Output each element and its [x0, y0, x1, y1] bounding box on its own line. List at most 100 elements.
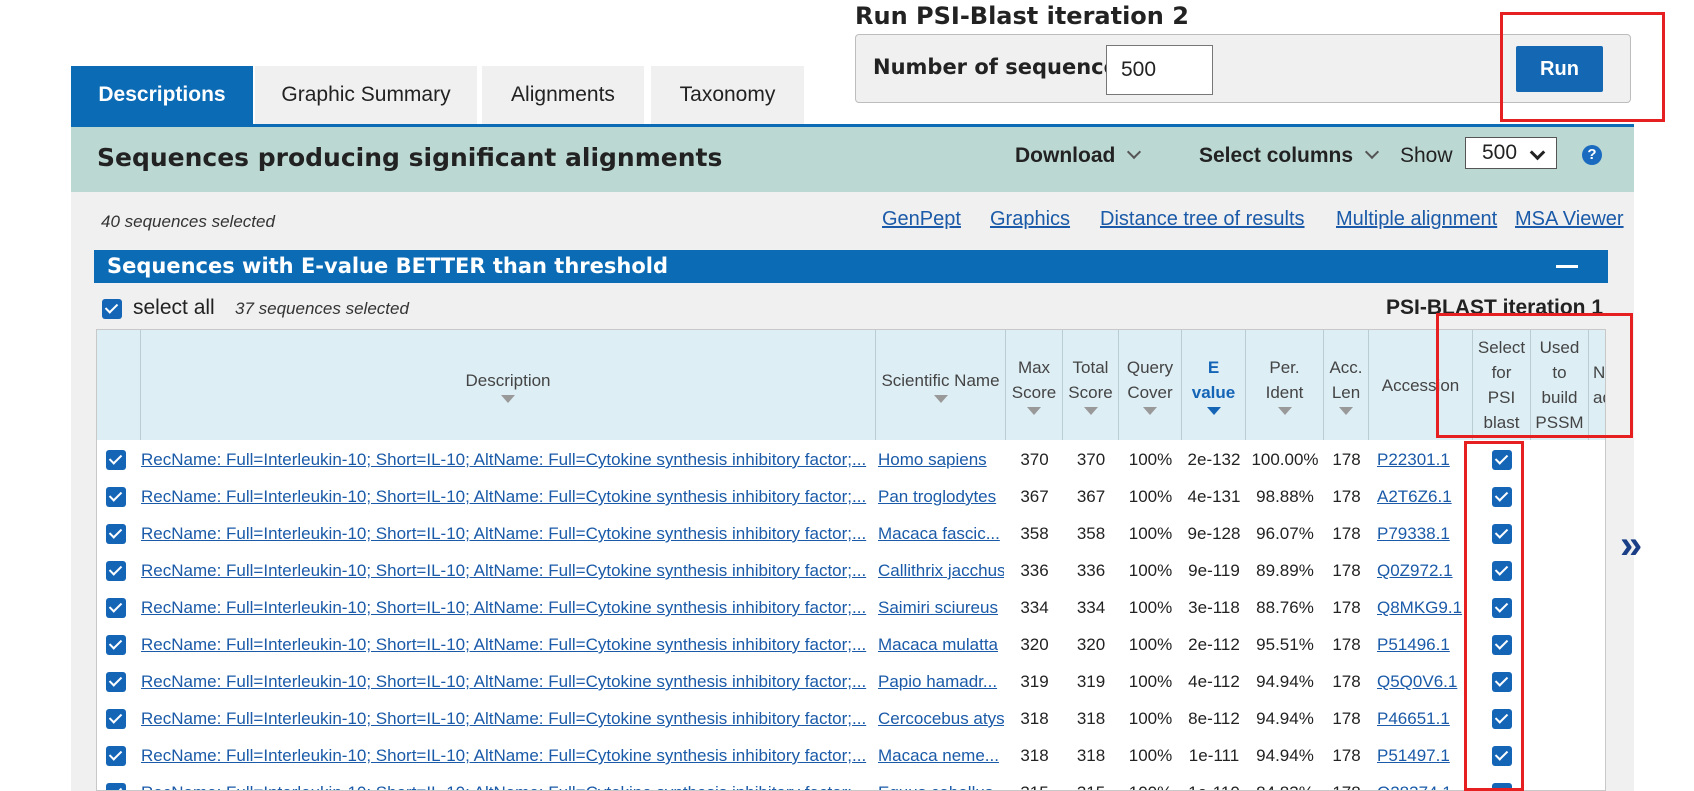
double-chevron-right-icon[interactable]: »	[1620, 523, 1642, 568]
cell-accession[interactable]: P46651.1	[1377, 700, 1471, 737]
column-header-max-score[interactable]: Max Score	[1006, 330, 1063, 440]
cell-max-score: 336	[1020, 561, 1049, 580]
cell-accession[interactable]: P79338.1	[1377, 515, 1471, 552]
table-row: RecName: Full=Interleukin-10; Short=IL-1…	[97, 589, 1605, 626]
cell-description[interactable]: RecName: Full=Interleukin-10; Short=IL-1…	[141, 478, 876, 515]
cell-per-ident: 96.07%	[1256, 524, 1314, 543]
cell-query-cover: 100%	[1128, 487, 1173, 506]
cell-evalue: 4e-112	[1188, 672, 1240, 691]
download-menu[interactable]: Download	[1015, 144, 1142, 168]
cell-description[interactable]: RecName: Full=Interleukin-10; Short=IL-1…	[141, 626, 876, 663]
row-select-checkbox[interactable]	[106, 783, 126, 790]
cell-description[interactable]: RecName: Full=Interleukin-10; Short=IL-1…	[141, 700, 876, 737]
cell-per-ident: 94.94%	[1256, 672, 1314, 691]
cell-scientific-name[interactable]: Macaca neme...	[878, 737, 1004, 774]
sort-arrow-icon	[1277, 407, 1292, 415]
cell-scientific-name[interactable]: Cercocebus atys	[878, 700, 1004, 737]
cell-scientific-name[interactable]: Callithrix jacchus	[878, 552, 1004, 589]
cell-description[interactable]: RecName: Full=Interleukin-10; Short=IL-1…	[141, 441, 876, 478]
cell-accession[interactable]: P51496.1	[1377, 626, 1471, 663]
distance-tree-link[interactable]: Distance tree of results	[1100, 208, 1305, 231]
tab-descriptions[interactable]: Descriptions	[71, 66, 253, 124]
cell-total-score: 336	[1076, 561, 1106, 580]
column-header-scientific-name[interactable]: Scientific Name	[876, 330, 1006, 440]
genpept-link[interactable]: GenPept	[882, 208, 961, 231]
cell-total-score: 370	[1076, 450, 1106, 469]
cell-scientific-name[interactable]: Macaca fascic...	[878, 515, 1004, 552]
tab-alignments[interactable]: Alignments	[482, 66, 644, 124]
cell-acc-len: 178	[1332, 598, 1361, 617]
select-columns-menu[interactable]: Select columns	[1199, 144, 1380, 168]
multiple-alignment-link[interactable]: Multiple alignment	[1336, 208, 1497, 231]
cell-description[interactable]: RecName: Full=Interleukin-10; Short=IL-1…	[141, 663, 876, 700]
column-label: value	[1191, 383, 1236, 402]
select-columns-label: Select columns	[1199, 144, 1354, 167]
chevron-down-icon	[1127, 144, 1142, 160]
cell-scientific-name[interactable]: Equus caballus	[878, 774, 1004, 790]
sort-arrow-icon	[501, 394, 515, 403]
column-header-query-cover[interactable]: Query Cover	[1119, 330, 1182, 440]
cell-acc-len: 178	[1324, 774, 1369, 790]
column-header-total-score[interactable]: Total Score	[1063, 330, 1119, 440]
row-select-checkbox[interactable]	[106, 635, 126, 655]
show-count-select[interactable]: 500	[1465, 137, 1557, 169]
row-select-checkbox[interactable]	[106, 487, 126, 507]
column-header-acc-len[interactable]: Acc. Len	[1324, 330, 1369, 440]
cell-scientific-name[interactable]: Homo sapiens	[878, 441, 1004, 478]
cell-total-score: 319	[1076, 672, 1106, 691]
cell-total-score: 318	[1076, 746, 1106, 765]
column-header-evalue[interactable]: Evalue	[1182, 330, 1246, 440]
results-table: Description Scientific Name Max Score Tot…	[96, 329, 1606, 791]
cell-accession[interactable]: Q8MKG9.1	[1377, 589, 1471, 626]
cell-accession[interactable]: P51497.1	[1377, 737, 1471, 774]
table-row: RecName: Full=Interleukin-10; Short=IL-1…	[97, 700, 1605, 737]
number-of-sequences-input[interactable]: 500	[1106, 45, 1213, 95]
row-select-checkbox[interactable]	[106, 672, 126, 692]
show-count-value: 500	[1482, 141, 1518, 164]
cell-description[interactable]: RecName: Full=Interleukin-10; Short=IL-1…	[141, 589, 876, 626]
cell-scientific-name[interactable]: Papio hamadr...	[878, 663, 1004, 700]
minus-icon[interactable]	[1556, 265, 1578, 268]
row-select-checkbox[interactable]	[106, 709, 126, 729]
cell-scientific-name[interactable]: Pan troglodytes	[878, 478, 1004, 515]
cell-description[interactable]: RecName: Full=Interleukin-10; Short=IL-1…	[141, 552, 876, 589]
cell-accession[interactable]: Q0Z972.1	[1377, 552, 1471, 589]
cell-total-score: 367	[1076, 487, 1106, 506]
tab-graphic-summary[interactable]: Graphic Summary	[255, 66, 477, 124]
cell-description[interactable]: RecName: Full=Interleukin-10; Short=IL-1…	[141, 737, 876, 774]
column-header-per-ident[interactable]: Per. Ident	[1246, 330, 1324, 440]
cell-description[interactable]: RecName: Full=Interleukin-10; Short=IL-1…	[141, 515, 876, 552]
cell-query-cover: 100%	[1128, 450, 1173, 469]
cell-accession[interactable]: Q5Q0V6.1	[1377, 663, 1471, 700]
graphics-link[interactable]: Graphics	[990, 208, 1070, 231]
column-label: Score	[1068, 383, 1113, 402]
tab-taxonomy[interactable]: Taxonomy	[651, 66, 804, 124]
cell-acc-len: 178	[1332, 672, 1361, 691]
row-select-checkbox[interactable]	[106, 450, 126, 470]
cell-total-score: 358	[1076, 524, 1106, 543]
cell-acc-len: 178	[1332, 487, 1361, 506]
cell-accession[interactable]: Q28374.1	[1377, 774, 1471, 790]
cell-per-ident: 84.83%	[1246, 774, 1324, 790]
cell-scientific-name[interactable]: Saimiri sciureus	[878, 589, 1004, 626]
table-row: RecName: Full=Interleukin-10; Short=IL-1…	[97, 663, 1605, 700]
row-select-checkbox[interactable]	[106, 746, 126, 766]
cell-description[interactable]: RecName: Full=Interleukin-10; Short=IL-1…	[141, 774, 876, 790]
column-header-description[interactable]: Description	[141, 330, 876, 440]
select-all-checkbox[interactable]	[102, 299, 122, 319]
cell-query-cover: 100%	[1119, 774, 1182, 790]
column-label: Per.	[1269, 358, 1300, 377]
cell-evalue: 2e-132	[1187, 450, 1241, 469]
help-icon[interactable]: ?	[1582, 145, 1602, 165]
cell-query-cover: 100%	[1128, 709, 1173, 728]
cell-evalue: 1e-110	[1182, 774, 1246, 790]
row-select-checkbox[interactable]	[106, 561, 126, 581]
sort-arrow-icon	[1027, 407, 1041, 415]
cell-scientific-name[interactable]: Macaca mulatta	[878, 626, 1004, 663]
row-select-checkbox[interactable]	[106, 524, 126, 544]
download-label: Download	[1015, 144, 1116, 167]
msa-viewer-link[interactable]: MSA Viewer	[1515, 208, 1624, 231]
row-select-checkbox[interactable]	[106, 598, 126, 618]
cell-accession[interactable]: A2T6Z6.1	[1377, 478, 1471, 515]
cell-accession[interactable]: P22301.1	[1377, 441, 1471, 478]
